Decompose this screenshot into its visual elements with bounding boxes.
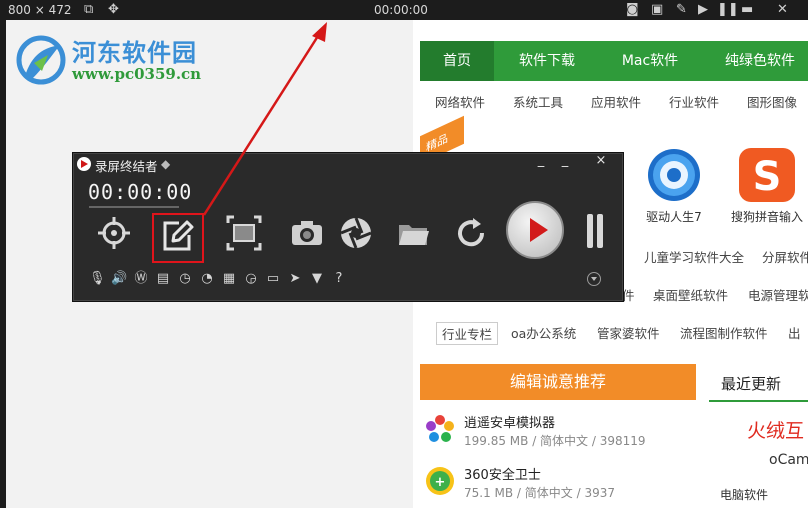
save-icon[interactable]: ▤	[155, 271, 171, 287]
collapse-icon[interactable]	[587, 272, 601, 286]
mic-mute-icon[interactable]: 🎙	[89, 271, 106, 287]
timer-icon[interactable]: ◷	[177, 271, 193, 287]
wordpress-icon[interactable]: Ⓦ	[133, 271, 149, 287]
subnav-industry[interactable]: 行业软件	[669, 92, 719, 111]
latest-highlight[interactable]: 火绒互	[747, 416, 804, 443]
keyboard-icon[interactable]: ▭	[265, 271, 281, 287]
resize-icon[interactable]: ⧉	[84, 2, 93, 18]
folder-icon	[399, 225, 429, 245]
camera-icon[interactable]: ◙	[626, 2, 639, 18]
software-name: 逍遥安卓模拟器	[464, 416, 556, 431]
edit-button[interactable]	[157, 215, 197, 255]
diamond-icon[interactable]: ◆	[161, 157, 170, 171]
camera-icon	[292, 221, 322, 245]
sogou-icon: S	[739, 148, 795, 202]
restore-button[interactable]: _	[555, 154, 575, 170]
clock-icon[interactable]: ◔	[199, 271, 215, 287]
cat-wallpaper[interactable]: 桌面壁纸软件	[653, 285, 728, 304]
minimize-button[interactable]: _	[531, 154, 551, 170]
pencil-icon[interactable]: ✎	[676, 2, 687, 18]
timer-underline	[89, 206, 179, 208]
aperture-icon	[340, 217, 372, 249]
shield-icon: +	[426, 467, 454, 495]
capture-toolbar: 800 × 472 ⧉ ✥ 00:00:00 ◙ ▣ ✎ ▶ ❚❚ ▬ ✕	[0, 0, 808, 20]
stopwatch-icon[interactable]: ◶	[243, 271, 259, 287]
reset-button[interactable]	[451, 213, 491, 253]
latest-item[interactable]: oCam	[769, 452, 808, 468]
cat-power-management[interactable]: 电源管理软	[748, 285, 808, 304]
speaker-icon[interactable]: 🔊	[111, 271, 127, 287]
nav-green-software[interactable]: 纯绿色软件	[712, 41, 808, 81]
watermark-url: www.pc0359.cn	[72, 65, 202, 83]
close-button[interactable]: ×	[591, 154, 611, 170]
watermark-title: 河东软件园	[72, 38, 197, 67]
cat-split-screen[interactable]: 分屏软件	[762, 247, 808, 266]
subnav-apps[interactable]: 应用软件	[591, 92, 641, 111]
recorder-timer: 00:00:00	[88, 180, 193, 204]
subnav-graphics[interactable]: 图形图像	[747, 92, 797, 111]
cat-oa[interactable]: oa办公系统	[511, 323, 576, 342]
tshirt-icon[interactable]: ▼	[309, 271, 325, 287]
fullscreen-button[interactable]	[224, 213, 264, 253]
latest-updates-tab[interactable]: 最近更新	[709, 364, 808, 402]
close-icon[interactable]: ✕	[777, 2, 788, 18]
software-item[interactable]: + 360安全卫士 75.1 MB / 简体中文 / 3937	[420, 460, 696, 504]
subnav-system-tools[interactable]: 系统工具	[513, 92, 563, 111]
play-icon[interactable]: ▶	[698, 2, 708, 18]
nav-software-download[interactable]: 软件下载	[502, 41, 592, 81]
capture-timer: 00:00:00	[374, 3, 428, 17]
software-name: 360安全卫士	[464, 468, 541, 483]
recorder-title: 录屏终结者	[95, 159, 158, 174]
record-button[interactable]	[506, 201, 564, 259]
editor-recommend-header: 编辑诚意推荐	[420, 364, 696, 400]
cat-more[interactable]: 出	[788, 323, 801, 342]
minimize-icon[interactable]: ▬	[741, 2, 753, 18]
window-icon[interactable]: ▣	[651, 2, 663, 18]
svg-text:+: +	[435, 475, 446, 490]
aperture-button[interactable]	[336, 213, 376, 253]
nav-home[interactable]: 首页	[420, 41, 494, 81]
screenshot-button[interactable]	[287, 213, 327, 253]
app-drive-life-label: 驱动人生7	[646, 210, 702, 224]
recorder-logo-icon	[77, 157, 91, 171]
latest-category[interactable]: 电脑软件	[720, 486, 768, 503]
cat-flowchart[interactable]: 流程图制作软件	[680, 323, 768, 342]
app-drive-life[interactable]: 驱动人生7	[639, 146, 709, 225]
select-region-button[interactable]	[94, 213, 134, 253]
site-subnav: 网络软件 系统工具 应用软件 行业软件 图形图像	[420, 87, 808, 117]
nav-mac-software[interactable]: Mac软件	[606, 41, 694, 81]
capture-dimensions: 800 × 472	[8, 3, 72, 17]
app-sogou-label: 搜狗拼音输入	[731, 210, 804, 224]
edit-icon	[163, 220, 194, 251]
watermark-logo	[16, 35, 66, 85]
clapper-icon[interactable]: ▦	[221, 271, 237, 287]
app-sogou-pinyin[interactable]: S 搜狗拼音输入	[731, 146, 808, 225]
subnav-network[interactable]: 网络软件	[435, 92, 485, 111]
open-folder-button[interactable]	[393, 213, 433, 253]
latest-updates-label: 最近更新	[721, 375, 782, 393]
help-icon[interactable]: ?	[331, 271, 347, 287]
fullscreen-icon	[226, 215, 262, 251]
svg-text:S: S	[753, 154, 782, 200]
software-meta: 75.1 MB / 简体中文 / 3937	[464, 486, 616, 500]
cat-butler[interactable]: 管家婆软件	[597, 323, 660, 342]
pinwheel-icon	[426, 415, 454, 442]
move-icon[interactable]: ✥	[108, 2, 119, 18]
pause-icon[interactable]: ❚❚	[717, 2, 739, 18]
software-item[interactable]: 逍遥安卓模拟器 199.85 MB / 简体中文 / 398119	[420, 408, 696, 452]
screen-recorder-window: 录屏终结者 ◆ _ _ × 00:00:00 🎙 🔊 Ⓦ ▤ ◷ ◔ ▦ ◶ ▭…	[72, 152, 624, 302]
gear-icon	[648, 149, 700, 201]
cursor-icon[interactable]: ➤	[287, 271, 303, 287]
refresh-icon	[458, 218, 485, 247]
target-icon	[98, 217, 130, 249]
pause-button[interactable]	[585, 214, 605, 248]
site-nav: 首页 软件下载 Mac软件 纯绿色软件	[420, 41, 808, 81]
industry-column-tag[interactable]: 行业专栏	[436, 322, 499, 345]
software-meta: 199.85 MB / 简体中文 / 398119	[464, 434, 646, 448]
cat-kids-learning[interactable]: 儿童学习软件大全	[644, 247, 744, 266]
